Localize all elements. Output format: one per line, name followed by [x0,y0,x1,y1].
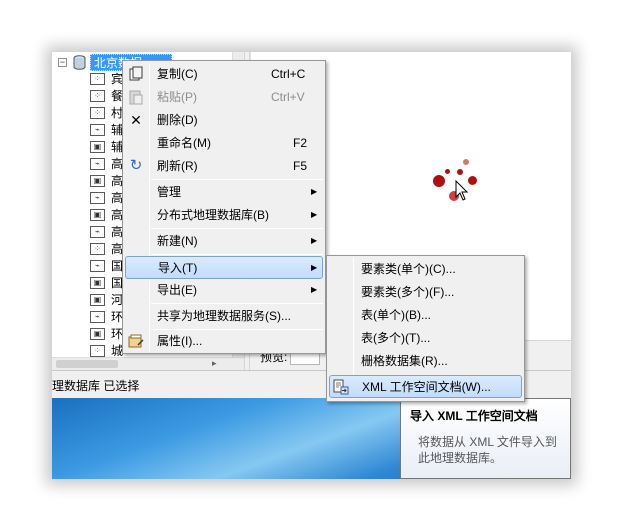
menu-label: 导入(T) [158,261,198,275]
menu-label: 栅格数据集(R)... [361,354,448,368]
menu-label: 表(单个)(B)... [361,308,431,322]
menu-label: 要素类(多个)(F)... [361,285,455,299]
scroll-right-arrow-icon[interactable]: ▸ [212,358,217,369]
menu-label: 要素类(单个)(C)... [361,262,456,276]
menu-item-manage[interactable]: 管理 ▶ [125,181,323,204]
menu-label: 管理 [157,185,182,199]
menu-item-import-xml-workspace[interactable]: XML 工作空间文档(W)... [329,375,522,398]
polygon-feature-class-icon: ▣ [90,175,105,187]
polygon-feature-class-icon: ▣ [90,141,105,153]
menu-label: 重命名(M) [157,136,211,150]
menu-label: 导出(E) [157,283,197,297]
point-feature-class-icon: ⁘ [90,107,105,119]
polygon-feature-class-icon: ▣ [90,294,105,306]
map-point [468,176,477,185]
menu-item-export[interactable]: 导出(E) ▶ [125,279,323,302]
map-point [445,169,450,174]
menu-item-new[interactable]: 新建(N) ▶ [125,230,323,253]
point-feature-class-icon: ⁘ [90,243,105,255]
menu-shortcut: Ctrl+C [271,67,306,81]
menu-label: 复制(C) [157,67,198,81]
submenu-arrow-icon: ▶ [311,236,318,245]
paste-icon [128,89,144,105]
submenu-arrow-icon: ▶ [311,210,318,219]
properties-icon [128,333,144,349]
point-feature-class-icon: ⁘ [90,345,105,357]
menu-label: 刷新(R) [157,159,198,173]
menu-item-share-as-geodata-service[interactable]: 共享为地理数据服务(S)... [125,305,323,328]
menu-item-rename[interactable]: 重命名(M) F2 [125,132,323,155]
line-feature-class-icon: ⌁ [90,311,105,323]
mouse-pointer-icon [455,180,469,201]
refresh-icon: ↻ [129,157,143,174]
point-feature-class-icon: ⁘ [90,73,105,85]
menu-item-properties[interactable]: 属性(I)... [125,330,323,353]
menu-item-import-feature-class-single[interactable]: 要素类(单个)(C)... [329,258,522,281]
menu-item-import[interactable]: 导入(T) ▶ [125,256,323,279]
submenu-arrow-icon: ▶ [311,263,318,272]
line-feature-class-icon: ⌁ [90,192,105,204]
line-feature-class-icon: ⌁ [90,158,105,170]
menu-label: 分布式地理数据库(B) [157,208,269,222]
menu-item-paste[interactable]: 粘贴(P) Ctrl+V [125,86,323,109]
map-point [457,169,463,175]
menu-item-import-feature-class-multiple[interactable]: 要素类(多个)(F)... [329,281,522,304]
line-feature-class-icon: ⌁ [90,260,105,272]
menu-item-refresh[interactable]: ↻ 刷新(R) F5 [125,155,323,178]
menu-item-copy[interactable]: 复制(C) Ctrl+C [125,63,323,86]
line-feature-class-icon: ⌁ [90,226,105,238]
menu-shortcut: Ctrl+V [271,90,305,104]
menu-label: 表(多个)(T)... [361,331,431,345]
delete-icon: ✕ [130,112,142,128]
collapse-icon[interactable]: − [58,58,67,67]
menu-item-distributed-geodatabase[interactable]: 分布式地理数据库(B) ▶ [125,204,323,227]
status-text: 理数据库 已选择 [52,379,140,393]
tree-horizontal-scrollbar[interactable]: ▸ [52,357,244,370]
menu-item-delete[interactable]: ✕ 删除(D) [125,109,323,132]
point-feature-class-icon: ⁘ [90,90,105,102]
tooltip: 导入 XML 工作空间文档 将数据从 XML 文件导入到此地理数据库。 [400,398,571,479]
xml-import-icon [333,379,349,395]
tooltip-body: 将数据从 XML 文件导入到此地理数据库。 [418,435,557,465]
copy-icon [128,66,144,82]
import-submenu: 要素类(单个)(C)... 要素类(多个)(F)... 表(单个)(B)... … [326,255,525,402]
submenu-arrow-icon: ▶ [311,285,318,294]
polygon-feature-class-icon: ▣ [90,277,105,289]
map-point [463,159,469,165]
line-feature-class-icon: ⌁ [90,124,105,136]
menu-shortcut: F2 [293,136,308,150]
map-point [433,175,445,187]
menu-label: XML 工作空间文档(W)... [362,380,491,394]
screenshot-frame: − 北京数据... ⁘宾⁘餐⁘村⌁辅▣辅⌁高▣高⌁高▣高⌁高⁘高⌁国▣国▣河⌁环… [52,52,571,479]
context-menu: 复制(C) Ctrl+C 粘贴(P) Ctrl+V ✕ 删除(D) 重命名(M)… [122,60,326,354]
polygon-feature-class-icon: ▣ [90,209,105,221]
geodatabase-icon [73,55,86,70]
polygon-feature-class-icon: ▣ [90,328,105,340]
submenu-arrow-icon: ▶ [311,187,318,196]
menu-label: 共享为地理数据服务(S)... [157,309,291,323]
menu-item-import-raster-dataset[interactable]: 栅格数据集(R)... [329,350,522,373]
menu-label: 粘贴(P) [157,90,197,104]
menu-label: 新建(N) [157,234,198,248]
menu-shortcut: F5 [293,159,308,173]
menu-item-import-table-multiple[interactable]: 表(多个)(T)... [329,327,522,350]
scrollbar-thumb[interactable] [56,360,118,368]
menu-label: 属性(I)... [157,334,203,348]
menu-item-import-table-single[interactable]: 表(单个)(B)... [329,304,522,327]
tooltip-title: 导入 XML 工作空间文档 [410,409,538,423]
menu-label: 删除(D) [157,113,198,127]
